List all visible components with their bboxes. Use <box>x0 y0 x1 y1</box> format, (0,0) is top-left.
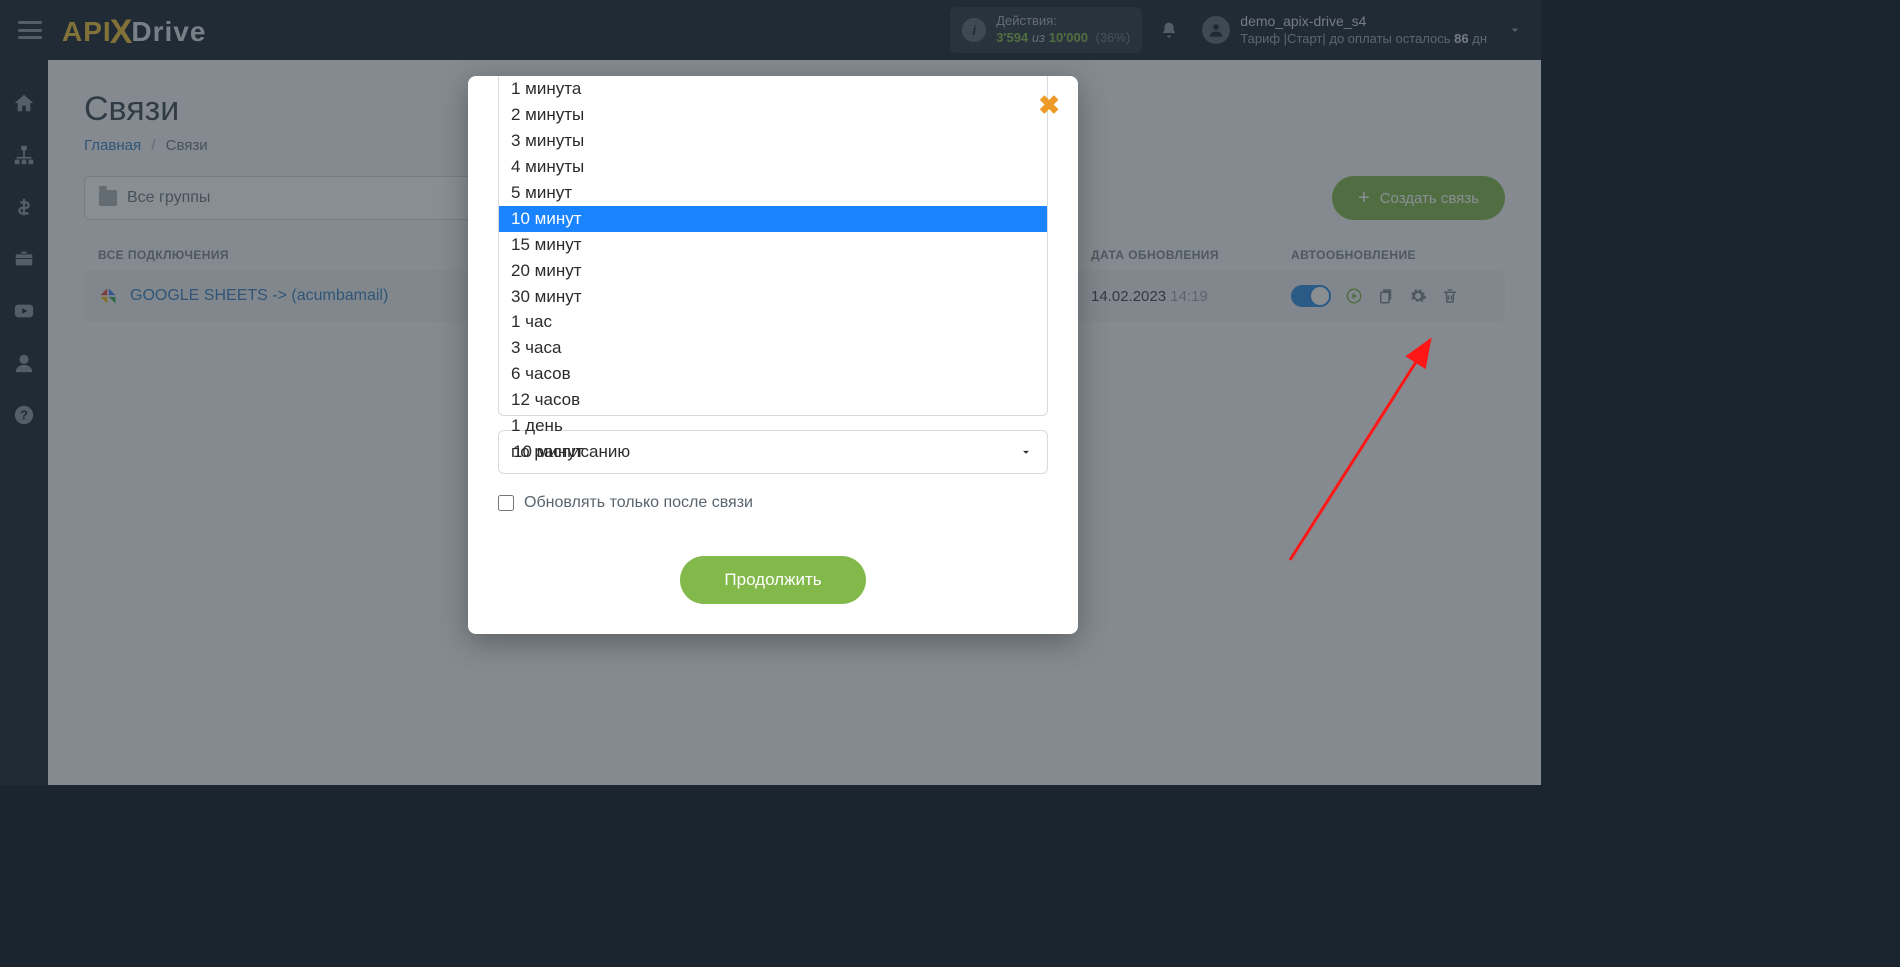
interval-option[interactable]: 2 минуты <box>499 102 1047 128</box>
interval-option[interactable]: 12 часов <box>499 387 1047 413</box>
interval-option[interactable]: 30 минут <box>499 284 1047 310</box>
interval-option[interactable]: 15 минут <box>499 232 1047 258</box>
update-after-link-checkbox-row[interactable]: Обновлять только после связи <box>498 494 1048 512</box>
continue-button[interactable]: Продолжить <box>680 556 865 604</box>
interval-option[interactable]: 10 минут <box>499 206 1047 232</box>
close-icon[interactable]: ✖ <box>1038 90 1060 121</box>
update-after-link-checkbox[interactable] <box>498 495 514 511</box>
interval-option[interactable]: 5 минут <box>499 180 1047 206</box>
interval-option[interactable]: 20 минут <box>499 258 1047 284</box>
interval-option[interactable]: 1 час <box>499 309 1047 335</box>
interval-dropdown-list: 1 минута2 минуты3 минуты4 минуты5 минут1… <box>498 76 1048 416</box>
chevron-down-icon <box>1019 445 1033 459</box>
interval-option[interactable]: 3 часа <box>499 335 1047 361</box>
interval-option[interactable]: 1 минута <box>499 76 1047 102</box>
interval-option[interactable]: 4 минуты <box>499 154 1047 180</box>
checkbox-label: Обновлять только после связи <box>524 494 753 512</box>
interval-option[interactable]: 3 минуты <box>499 128 1047 154</box>
interval-select[interactable]: 10 минут <box>498 430 1048 474</box>
interval-select-value: 10 минут <box>513 442 584 462</box>
interval-option[interactable]: 6 часов <box>499 361 1047 387</box>
interval-modal: ✖ 1 минута2 минуты3 минуты4 минуты5 мину… <box>468 76 1078 634</box>
